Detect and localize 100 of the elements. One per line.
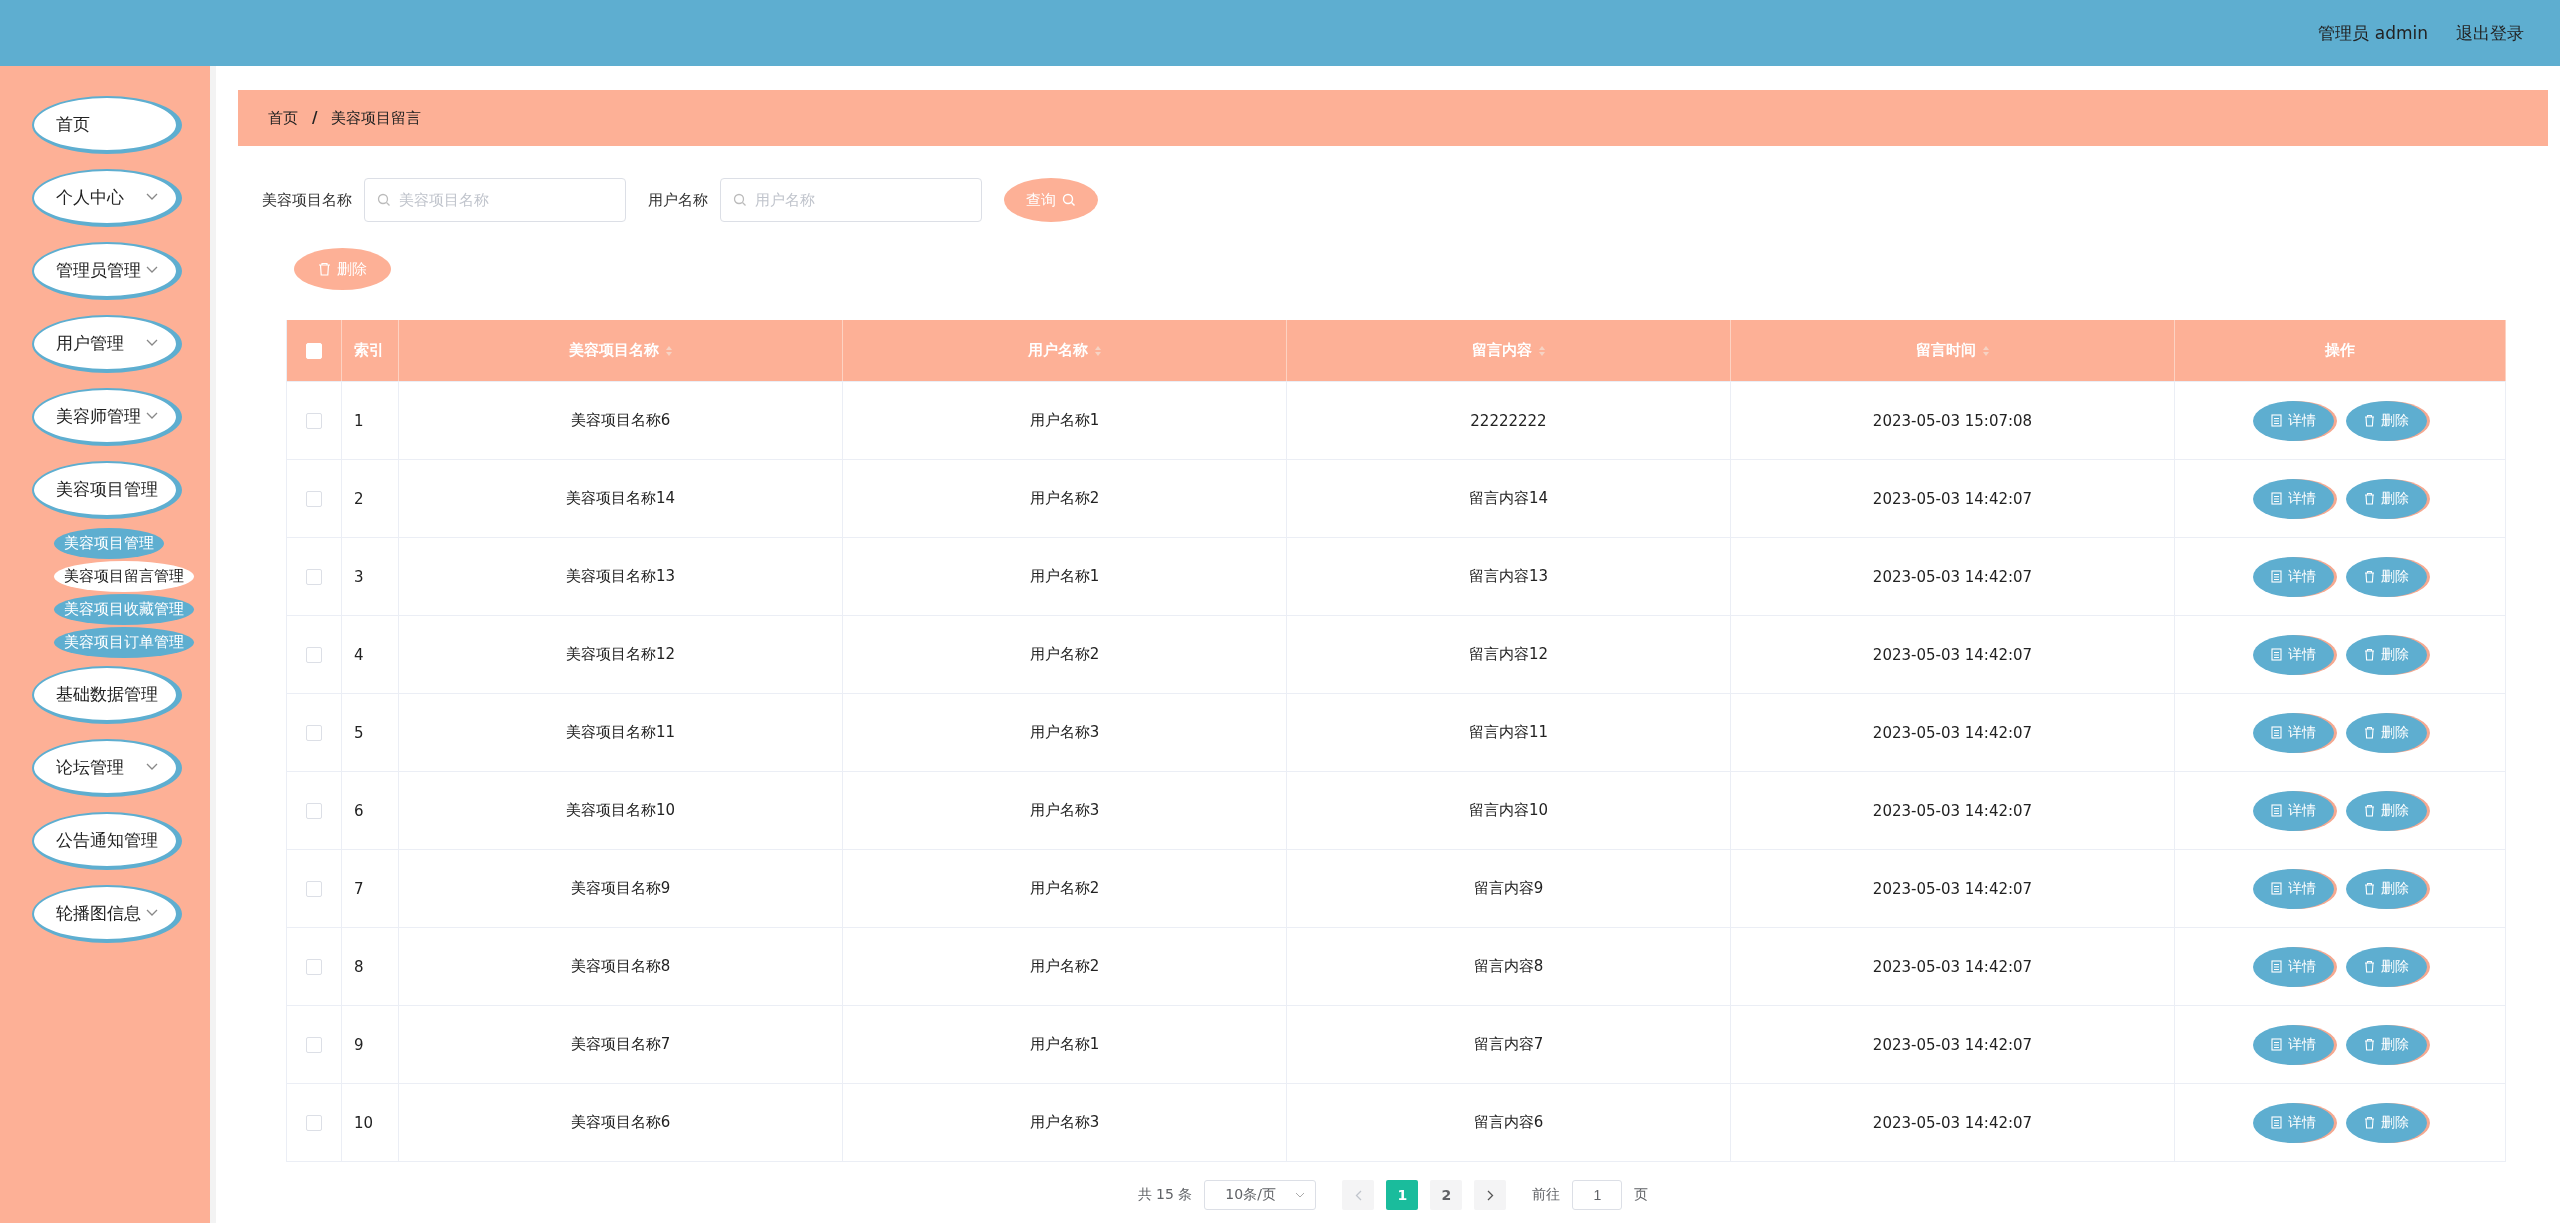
row-checkbox[interactable] bbox=[306, 1114, 322, 1131]
column-header[interactable]: 美容项目名称 bbox=[399, 320, 843, 381]
detail-button[interactable]: 详情 bbox=[2253, 478, 2334, 519]
delete-button[interactable]: 删除 bbox=[2346, 712, 2427, 753]
chevron-left-icon bbox=[1354, 1189, 1362, 1201]
delete-button[interactable]: 删除 bbox=[2346, 946, 2427, 987]
document-icon bbox=[2271, 960, 2282, 973]
row-checkbox[interactable] bbox=[306, 490, 322, 507]
row-checkbox[interactable] bbox=[306, 568, 322, 585]
search-field[interactable]: 美容项目名称 bbox=[364, 178, 626, 222]
menu-item[interactable]: 轮播图信息 bbox=[32, 885, 182, 943]
menu-item[interactable]: 管理员管理 bbox=[32, 242, 182, 300]
column-header: 操作 bbox=[2175, 320, 2506, 381]
page-number[interactable]: 1 bbox=[1386, 1180, 1419, 1210]
table-cell: 2023-05-03 14:42:07 bbox=[1731, 616, 2175, 693]
delete-button[interactable]: 删除 bbox=[2346, 556, 2427, 597]
submenu-item[interactable]: 美容项目订单管理 bbox=[54, 627, 194, 658]
table-cell: 2023-05-03 14:42:07 bbox=[1731, 850, 2175, 927]
detail-button[interactable]: 详情 bbox=[2253, 400, 2334, 441]
table-cell: 2023-05-03 14:42:07 bbox=[1731, 538, 2175, 615]
table-cell: 用户名称1 bbox=[843, 1006, 1287, 1083]
field-label: 用户名称 bbox=[648, 190, 708, 210]
detail-button[interactable]: 详情 bbox=[2253, 556, 2334, 597]
next-page-button[interactable] bbox=[1474, 1180, 1507, 1210]
row-checkbox[interactable] bbox=[306, 646, 322, 663]
trash-icon bbox=[2364, 1116, 2375, 1129]
column-header: 索引 bbox=[342, 320, 399, 381]
table-cell: 美容项目名称7 bbox=[399, 1006, 843, 1083]
search-icon bbox=[377, 193, 391, 207]
row-checkbox[interactable] bbox=[306, 412, 322, 429]
detail-button[interactable]: 详情 bbox=[2253, 1102, 2334, 1143]
menu-item[interactable]: 论坛管理 bbox=[32, 739, 182, 797]
delete-button[interactable]: 删除 bbox=[2346, 1102, 2427, 1143]
delete-button[interactable]: 删除 bbox=[2346, 478, 2427, 519]
menu-item[interactable]: 首页 bbox=[32, 96, 182, 154]
row-checkbox[interactable] bbox=[306, 724, 322, 741]
query-button[interactable]: 查询 bbox=[1004, 178, 1098, 222]
logout-link[interactable]: 退出登录 bbox=[2456, 21, 2524, 45]
menu-item[interactable]: 美容师管理 bbox=[32, 388, 182, 446]
search-field[interactable]: 用户名称 bbox=[720, 178, 982, 222]
table-cell: 9 bbox=[342, 1006, 399, 1083]
table-cell: 2023-05-03 15:07:08 bbox=[1731, 382, 2175, 459]
breadcrumb-item: 美容项目留言 bbox=[331, 108, 422, 128]
menu-item[interactable]: 用户管理 bbox=[32, 315, 182, 373]
row-checkbox[interactable] bbox=[306, 880, 322, 897]
breadcrumb-separator: / bbox=[312, 109, 318, 127]
row-checkbox[interactable] bbox=[306, 1036, 322, 1053]
table-cell: 2023-05-03 14:42:07 bbox=[1731, 772, 2175, 849]
detail-button[interactable]: 详情 bbox=[2253, 868, 2334, 909]
table-cell: 用户名称3 bbox=[843, 772, 1287, 849]
table-cell: 留言内容10 bbox=[1287, 772, 1731, 849]
menu-item[interactable]: 美容项目管理 bbox=[32, 461, 182, 519]
delete-button[interactable]: 删除 bbox=[2346, 868, 2427, 909]
trash-icon bbox=[2364, 1038, 2375, 1051]
table-cell: 2 bbox=[342, 460, 399, 537]
detail-button[interactable]: 详情 bbox=[2253, 634, 2334, 675]
table-cell: 美容项目名称11 bbox=[399, 694, 843, 771]
detail-button[interactable]: 详情 bbox=[2253, 1024, 2334, 1065]
table-cell: 留言内容12 bbox=[1287, 616, 1731, 693]
detail-button[interactable]: 详情 bbox=[2253, 712, 2334, 753]
page-input[interactable]: 1 bbox=[1572, 1180, 1623, 1210]
menu-item[interactable]: 公告通知管理 bbox=[32, 812, 182, 870]
page-size-select[interactable]: 10条/页 bbox=[1204, 1180, 1317, 1210]
row-checkbox[interactable] bbox=[306, 802, 322, 819]
chevron-down-icon bbox=[146, 412, 158, 420]
page-number[interactable]: 2 bbox=[1430, 1180, 1463, 1210]
submenu-item[interactable]: 美容项目管理 bbox=[54, 528, 164, 559]
trash-icon bbox=[2364, 414, 2375, 427]
submenu-item[interactable]: 美容项目收藏管理 bbox=[54, 594, 194, 625]
column-header[interactable]: 留言时间 bbox=[1731, 320, 2175, 381]
table-cell: 留言内容14 bbox=[1287, 460, 1731, 537]
previous-page-button[interactable] bbox=[1342, 1180, 1375, 1210]
document-icon bbox=[2271, 648, 2282, 661]
table-cell: 留言内容11 bbox=[1287, 694, 1731, 771]
breadcrumb-item[interactable]: 首页 bbox=[268, 108, 298, 128]
row-checkbox[interactable] bbox=[306, 958, 322, 975]
column-header[interactable]: 用户名称 bbox=[843, 320, 1287, 381]
chevron-down-icon bbox=[146, 193, 158, 201]
chevron-down-icon bbox=[146, 266, 158, 274]
delete-button[interactable]: 删除 bbox=[2346, 1024, 2427, 1065]
table-cell: 美容项目名称9 bbox=[399, 850, 843, 927]
delete-button[interactable]: 删除 bbox=[2346, 400, 2427, 441]
table-cell: 留言内容8 bbox=[1287, 928, 1731, 1005]
table-cell: 留言内容7 bbox=[1287, 1006, 1731, 1083]
menu-item[interactable]: 个人中心 bbox=[32, 169, 182, 227]
select-all-checkbox[interactable] bbox=[306, 342, 322, 359]
delete-button[interactable]: 删除 bbox=[2346, 790, 2427, 831]
detail-button[interactable]: 详情 bbox=[2253, 946, 2334, 987]
detail-button[interactable]: 详情 bbox=[2253, 790, 2334, 831]
submenu-item[interactable]: 美容项目留言管理 bbox=[54, 561, 194, 592]
menu-item[interactable]: 基础数据管理 bbox=[32, 666, 182, 724]
delete-button[interactable]: 删除 bbox=[2346, 634, 2427, 675]
table-cell: 8 bbox=[342, 928, 399, 1005]
table-cell: 7 bbox=[342, 850, 399, 927]
table-cell: 3 bbox=[342, 538, 399, 615]
table-cell: 留言内容9 bbox=[1287, 850, 1731, 927]
sort-icon bbox=[1093, 344, 1102, 357]
delete-button[interactable]: 删除 bbox=[294, 248, 391, 290]
table-cell: 2023-05-03 14:42:07 bbox=[1731, 1006, 2175, 1083]
column-header[interactable]: 留言内容 bbox=[1287, 320, 1731, 381]
